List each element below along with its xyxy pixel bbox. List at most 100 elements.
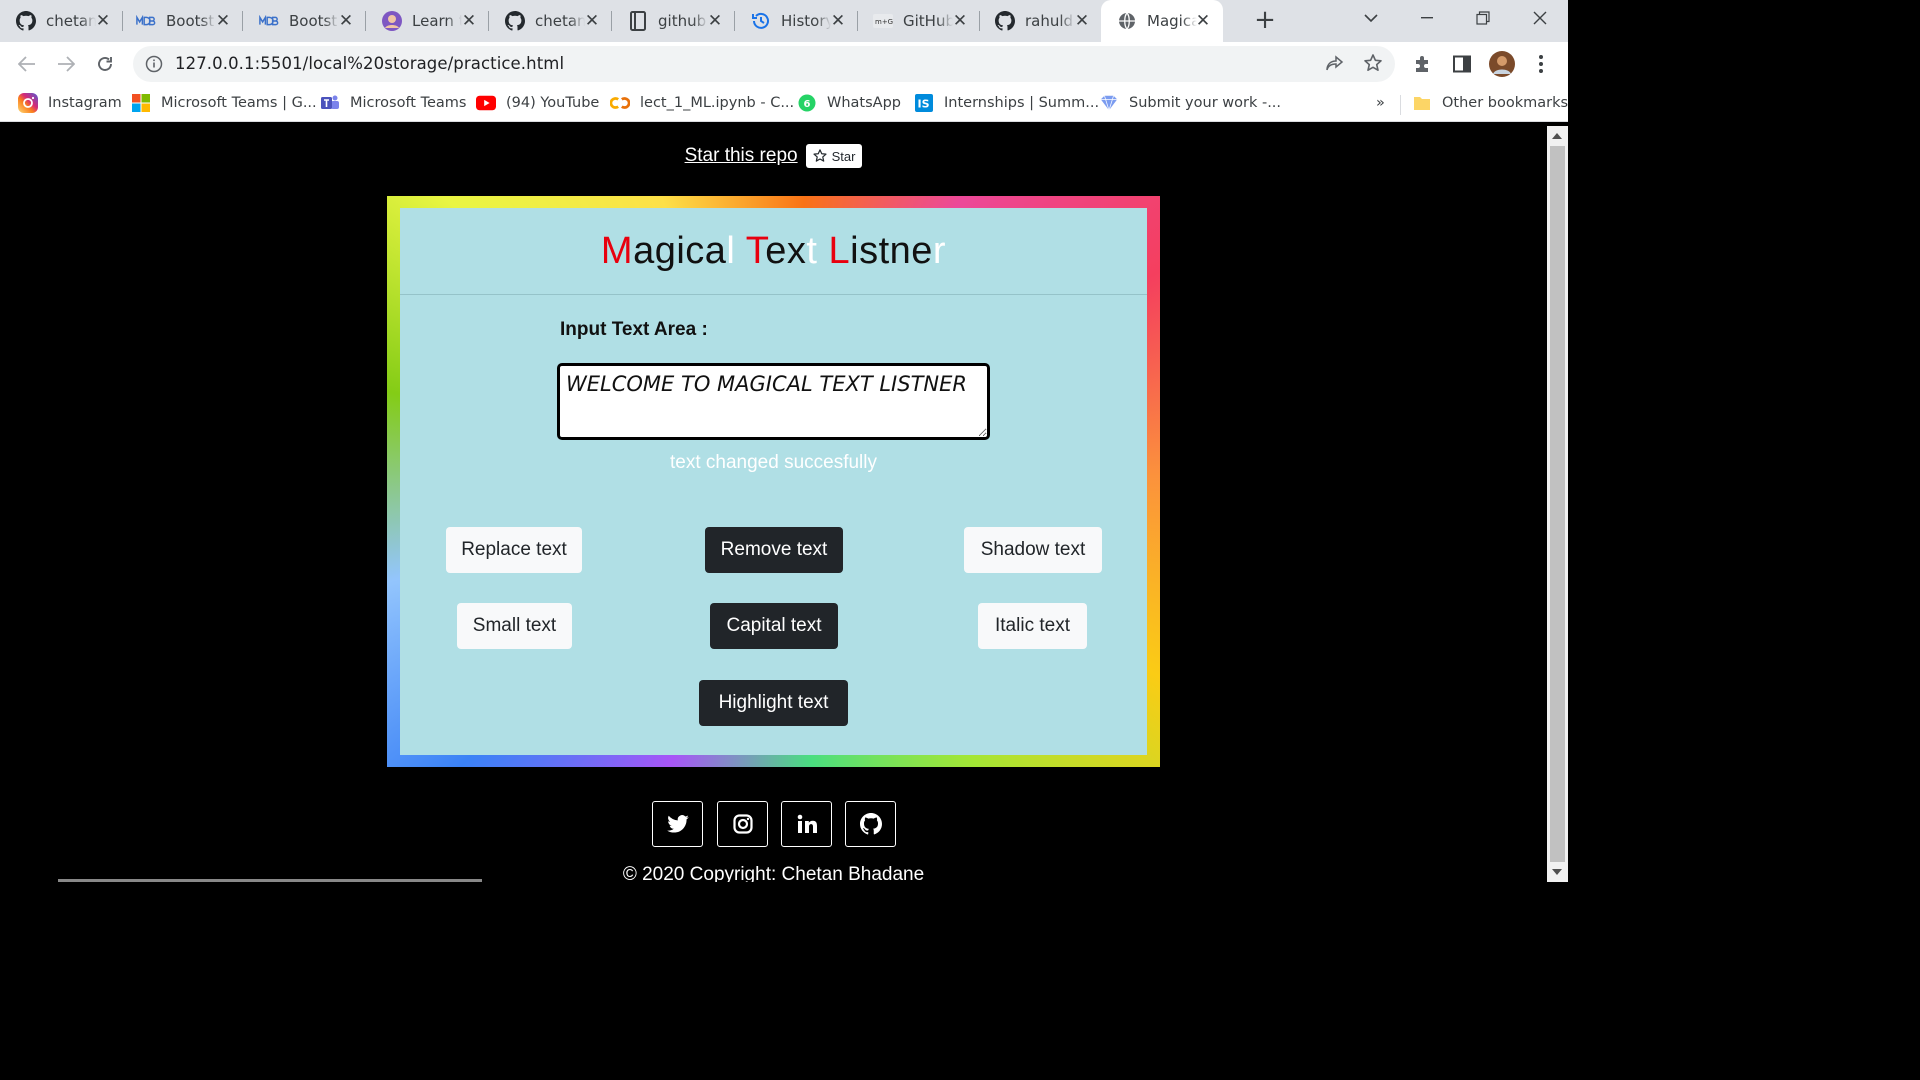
browser-tab[interactable]: rahuld ✕ — [979, 0, 1102, 42]
site-info-icon[interactable] — [145, 55, 163, 73]
title-segment: T — [745, 229, 766, 272]
close-tab-icon[interactable]: ✕ — [582, 11, 602, 31]
forward-button[interactable] — [52, 50, 80, 78]
extensions-icon[interactable] — [1409, 50, 1437, 78]
heart-icon — [1099, 93, 1119, 113]
svg-text:m+G: m+G — [875, 18, 893, 26]
tab-title: chetan — [535, 12, 585, 30]
scroll-up-arrow-icon[interactable] — [1552, 133, 1562, 139]
close-tab-icon[interactable]: ✕ — [1193, 11, 1213, 31]
bookmark-label: Submit your work -... — [1129, 95, 1282, 111]
url-text[interactable]: 127.0.0.1:5501/local%20storage/practice.… — [175, 54, 564, 73]
back-button[interactable] — [13, 50, 41, 78]
browser-tab[interactable]: History ✕ — [735, 0, 858, 42]
minimize-button[interactable] — [1399, 0, 1455, 36]
horizontal-scroll-indicator[interactable] — [58, 879, 482, 882]
scrollbar-thumb[interactable] — [1550, 146, 1565, 862]
main-card: Magical Text Listner Input Text Area : t… — [400, 208, 1147, 755]
highlight-text-button[interactable]: Highlight text — [699, 680, 848, 726]
capital-text-button[interactable]: Capital text — [710, 603, 838, 649]
browser-tab[interactable]: github ✕ — [612, 0, 735, 42]
remove-text-button[interactable]: Remove text — [705, 527, 843, 573]
linkedin-icon — [797, 814, 817, 833]
address-bar[interactable]: 127.0.0.1:5501/local%20storage/practice.… — [133, 46, 1395, 82]
close-tab-icon[interactable]: ✕ — [950, 11, 970, 31]
star-repo-link[interactable]: Star this repo — [685, 145, 798, 167]
title-segment: L — [828, 229, 851, 272]
title-segment: istne — [850, 229, 933, 272]
instagram-icon — [732, 814, 753, 834]
browser-tab[interactable]: chetan ✕ — [0, 0, 123, 42]
tab-title: Bootst — [289, 12, 338, 30]
browser-tab[interactable]: Magica ✕ — [1101, 0, 1223, 42]
vertical-scrollbar[interactable] — [1547, 126, 1568, 882]
bookmark-item[interactable]: Instagram — [18, 92, 122, 114]
close-tab-icon[interactable]: ✕ — [336, 11, 356, 31]
bookmark-item[interactable]: Microsoft Teams — [320, 92, 466, 114]
instagram-button[interactable] — [717, 801, 768, 847]
notebook-icon — [628, 11, 648, 31]
small-text-button[interactable]: Small text — [457, 603, 572, 649]
bookmark-label: Microsoft Teams | G... — [161, 95, 317, 111]
close-tab-icon[interactable]: ✕ — [828, 11, 848, 31]
bookmark-item[interactable]: IS Internships | Summ... — [914, 92, 1099, 114]
youtube-icon — [476, 93, 496, 113]
github-icon — [859, 813, 882, 835]
bookmark-item[interactable]: (94) YouTube — [476, 92, 599, 114]
microsoft-icon — [131, 93, 151, 113]
history-icon — [751, 11, 771, 31]
reload-button[interactable] — [91, 50, 119, 78]
bookmark-label: Internships | Summ... — [944, 95, 1100, 111]
tab-title: GitHub — [903, 12, 953, 30]
replace-text-button[interactable]: Replace text — [446, 527, 582, 573]
close-window-button[interactable] — [1512, 0, 1568, 36]
bookmarks-overflow-button[interactable]: » — [1376, 92, 1385, 114]
other-bookmarks-folder[interactable]: Other bookmarks — [1412, 92, 1568, 114]
close-tab-icon[interactable]: ✕ — [459, 11, 479, 31]
bookmark-item[interactable]: Microsoft Teams | G... — [131, 92, 317, 114]
tab-search-chevron-icon[interactable] — [1343, 0, 1399, 36]
title-segment: agica — [633, 229, 727, 272]
bookmark-item[interactable]: 6 WhatsApp — [797, 92, 901, 114]
close-tab-icon[interactable]: ✕ — [1072, 11, 1092, 31]
browser-tab[interactable]: Learn t ✕ — [366, 0, 489, 42]
browser-tab[interactable]: m+G GitHub ✕ — [857, 0, 980, 42]
github-icon — [16, 11, 36, 31]
side-panel-icon[interactable] — [1448, 50, 1476, 78]
linkedin-button[interactable] — [781, 801, 832, 847]
github-icon — [505, 11, 525, 31]
tab-title: Magica — [1147, 12, 1197, 30]
scroll-down-arrow-icon[interactable] — [1552, 869, 1562, 875]
close-tab-icon[interactable]: ✕ — [213, 11, 233, 31]
teams-icon — [320, 93, 340, 113]
title-segment — [817, 230, 828, 272]
globe-icon — [1117, 11, 1137, 31]
github-button[interactable] — [845, 801, 896, 847]
mdb-icon — [259, 11, 279, 31]
svg-text:IS: IS — [918, 98, 930, 111]
bookmark-star-icon[interactable] — [1363, 53, 1383, 77]
profile-avatar[interactable] — [1488, 50, 1516, 78]
italic-text-button[interactable]: Italic text — [978, 603, 1087, 649]
browser-tab[interactable]: chetan ✕ — [489, 0, 612, 42]
twitter-button[interactable] — [652, 801, 703, 847]
title-segment: M — [600, 229, 634, 272]
share-icon[interactable] — [1325, 54, 1345, 78]
close-tab-icon[interactable]: ✕ — [705, 11, 725, 31]
shadow-text-button[interactable]: Shadow text — [964, 527, 1102, 573]
menu-kebab-icon[interactable] — [1527, 50, 1555, 78]
bookmark-label: lect_1_ML.ipynb - C... — [640, 95, 795, 111]
input-textarea[interactable] — [557, 363, 990, 440]
close-tab-icon[interactable]: ✕ — [93, 11, 113, 31]
browser-tab[interactable]: Bootst ✕ — [120, 0, 243, 42]
browser-tab[interactable]: Bootst ✕ — [243, 0, 366, 42]
github-star-button[interactable]: Star — [805, 144, 863, 168]
whatsapp-icon: 6 — [797, 93, 817, 113]
bookmark-item[interactable]: Submit your work -... — [1099, 92, 1281, 114]
new-tab-button[interactable]: + — [1252, 7, 1278, 34]
github-star-label: Star — [831, 148, 856, 164]
bookmarks-divider — [1400, 95, 1401, 115]
restore-button[interactable] — [1455, 0, 1511, 36]
bookmark-item[interactable]: lect_1_ML.ipynb - C... — [610, 92, 794, 114]
tab-title: Learn t — [412, 12, 462, 30]
